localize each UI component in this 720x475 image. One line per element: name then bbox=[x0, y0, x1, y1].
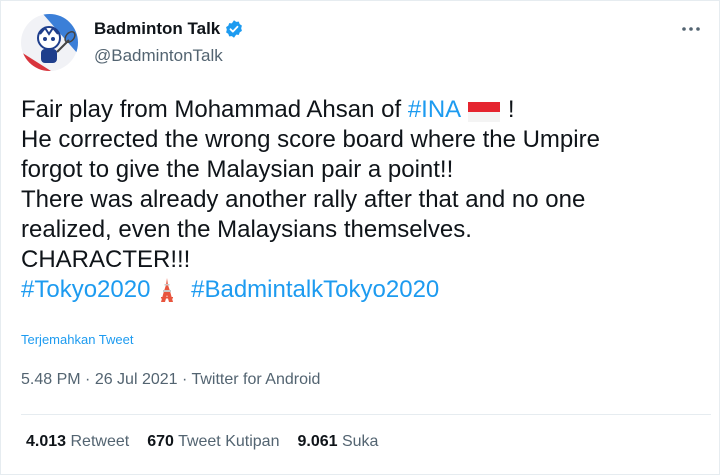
meta-separator: · bbox=[80, 371, 95, 388]
tokyo-tower-icon bbox=[150, 276, 178, 306]
retweets-stat[interactable]: 4.013 Retweet bbox=[26, 433, 129, 451]
tweet-line-6: CHARACTER!!! bbox=[21, 246, 191, 273]
quote-tweets-stat[interactable]: 670 Tweet Kutipan bbox=[147, 433, 279, 451]
tweet-stats: 4.013 Retweet 670 Tweet Kutipan 9.061 Su… bbox=[26, 433, 396, 451]
account-name-row[interactable]: Badminton Talk bbox=[94, 17, 244, 41]
divider bbox=[21, 414, 711, 415]
badminton-mascot-avatar-icon bbox=[21, 14, 78, 71]
hashtag-tokyo2020-link[interactable]: #Tokyo2020 bbox=[21, 276, 150, 303]
more-options-icon[interactable] bbox=[676, 17, 706, 41]
tweet-date[interactable]: 26 Jul 2021 bbox=[95, 371, 178, 388]
tweet-line-3: forgot to give the Malaysian pair a poin… bbox=[21, 156, 454, 183]
hashtag-badmintalktokyo2020-link[interactable]: #BadmintalkTokyo2020 bbox=[191, 276, 439, 303]
translate-tweet-link[interactable]: Terjemahkan Tweet bbox=[21, 332, 134, 347]
tweet-text: Fair play from Mohammad Ahsan of #INA ! … bbox=[21, 95, 711, 305]
hashtag-ina-link[interactable]: #INA bbox=[408, 96, 461, 123]
display-name[interactable]: Badminton Talk bbox=[94, 19, 220, 39]
tweet-meta: 5.48 PM · 26 Jul 2021 · Twitter for Andr… bbox=[21, 371, 320, 389]
tweet-line-4: There was already another rally after th… bbox=[21, 186, 586, 213]
tweet-time[interactable]: 5.48 PM bbox=[21, 371, 81, 388]
likes-label: Suka bbox=[341, 433, 379, 450]
tweet-line-5: realized, even the Malaysians themselves… bbox=[21, 216, 472, 243]
retweets-count: 4.013 bbox=[26, 433, 67, 450]
likes-count: 9.061 bbox=[297, 433, 338, 450]
tweet-text-segment: ! bbox=[501, 96, 515, 123]
tweet-source[interactable]: Twitter for Android bbox=[191, 371, 320, 388]
indonesia-flag-icon bbox=[461, 96, 501, 126]
retweets-label: Retweet bbox=[70, 433, 130, 450]
tweet-line-7: #Tokyo2020 #BadmintalkTokyo2020 bbox=[21, 275, 711, 305]
meta-separator: · bbox=[177, 371, 192, 388]
tweet-card: Badminton Talk @BadmintonTalk Fair play … bbox=[0, 0, 720, 475]
tweet-line-1: Fair play from Mohammad Ahsan of #INA ! bbox=[21, 95, 711, 125]
likes-stat[interactable]: 9.061 Suka bbox=[297, 433, 378, 451]
account-handle[interactable]: @BadmintonTalk bbox=[94, 46, 223, 66]
verified-badge-icon bbox=[224, 19, 244, 39]
tweet-text-segment: Fair play from Mohammad Ahsan of bbox=[21, 96, 408, 123]
quote-tweets-count: 670 bbox=[147, 433, 174, 450]
quote-tweets-label: Tweet Kutipan bbox=[178, 433, 280, 450]
tweet-line-2: He corrected the wrong score board where… bbox=[21, 126, 600, 153]
avatar[interactable] bbox=[21, 14, 78, 71]
